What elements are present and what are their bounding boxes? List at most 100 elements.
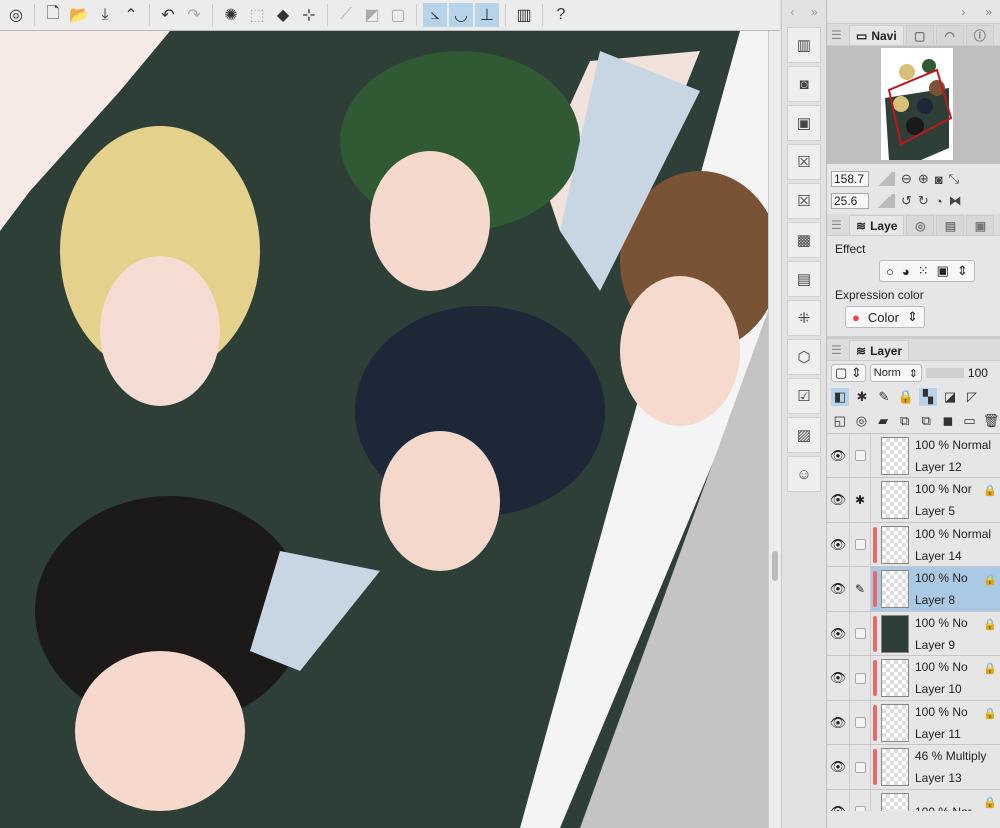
dock-palette-button-icon[interactable]: ▥ <box>787 27 821 63</box>
help-icon[interactable]: ? <box>549 3 573 27</box>
layer-row[interactable]: 👁 100 % No Layer 9 🔒 <box>827 611 1000 656</box>
border-effect-icon[interactable]: ○ <box>886 264 894 279</box>
layer-row[interactable]: 👁 ✱ 100 % Nor Layer 5 🔒 <box>827 478 1000 523</box>
ruler-snap-icon[interactable]: ⟋ <box>334 3 358 27</box>
rotate-right-icon[interactable]: ↻ <box>918 193 929 209</box>
select-checkbox[interactable] <box>854 672 866 684</box>
clip-layer-icon[interactable]: ◧ <box>831 388 849 406</box>
canvas-vertical-scrollbar[interactable] <box>768 31 781 828</box>
fit-window-icon[interactable]: ⤡ <box>949 171 959 187</box>
new-raster-layer-icon[interactable]: ◱ <box>831 412 849 430</box>
draft-layer-icon[interactable]: ✎ <box>875 388 893 406</box>
delete-layer-icon[interactable]: 🗑 <box>982 412 1000 430</box>
blend-mode-select[interactable]: Norm ⇕ <box>869 364 922 382</box>
ruler-icon[interactable]: ◸ <box>963 388 981 406</box>
layer-row[interactable]: 👁 46 % Multiply Layer 13 <box>827 745 1000 790</box>
create-mask-icon[interactable]: ◼ <box>939 412 957 430</box>
visibility-eye-icon[interactable]: 👁 <box>827 537 849 553</box>
effect-buttons[interactable]: ○ ◕ ⁙ ▣ ⇕ <box>879 260 975 282</box>
layer-row[interactable]: 👁 100 % No Layer 11 🔒 <box>827 700 1000 745</box>
menu-icon[interactable]: ☰ <box>831 28 847 42</box>
select-checkbox[interactable] <box>854 628 866 639</box>
expand-arrow-icon[interactable]: » <box>985 5 992 19</box>
tab-layer-property[interactable]: ≋ Laye <box>849 215 905 235</box>
tab-layer[interactable]: ≋ Layer <box>849 340 910 360</box>
extract-line-icon[interactable]: ◕ <box>902 264 910 279</box>
collapse-arrow-icon[interactable]: › <box>961 5 965 19</box>
dock-palette-button-icon[interactable]: ▩ <box>787 222 821 258</box>
dock-palette-button-icon[interactable]: ▨ <box>787 417 821 453</box>
expand-icon[interactable]: » <box>811 5 818 19</box>
select-checkbox[interactable] <box>854 539 866 550</box>
dock-palette-button-icon[interactable]: ▤ <box>787 261 821 297</box>
clear-selection-icon[interactable]: ✺ <box>219 3 243 27</box>
apply-mask-icon[interactable]: ▭ <box>961 412 979 430</box>
collapse-left-icon[interactable]: ‹ <box>790 5 794 19</box>
select-checkbox[interactable] <box>854 717 866 728</box>
reference-layer-icon[interactable]: ✱ <box>853 388 871 406</box>
dock-palette-button-icon[interactable]: ◙ <box>787 66 821 102</box>
layer-row[interactable]: 👁 100 % No Layer 10 🔒 <box>827 656 1000 701</box>
select-checkbox[interactable] <box>854 761 866 773</box>
visibility-eye-icon[interactable]: 👁 <box>827 670 849 686</box>
snap-grid-icon[interactable]: ⊥ <box>475 3 499 27</box>
redo-icon[interactable]: ↷ <box>182 3 206 27</box>
selection-transform-icon[interactable]: ⬚ <box>245 3 269 27</box>
canvas[interactable] <box>0 31 768 828</box>
expression-color-select[interactable]: ● Color ⇕ <box>845 306 925 328</box>
layer-row[interactable]: 👁 100 % Nor 🔒 <box>827 789 1000 812</box>
tab-item-bank[interactable]: ◠ <box>935 25 964 45</box>
layer-color-select[interactable]: ▢ ⇕ <box>831 364 866 382</box>
tab-other[interactable]: ▣ <box>966 215 995 235</box>
dock-palette-button-icon[interactable]: ⁜ <box>787 300 821 336</box>
rotation-field[interactable]: 25.6 <box>831 193 869 209</box>
scrollbar-thumb[interactable] <box>772 551 778 581</box>
visibility-eye-icon[interactable]: 👁 <box>827 626 849 642</box>
menu-icon[interactable]: ☰ <box>831 218 847 232</box>
fit-icon[interactable]: ◙ <box>935 172 943 187</box>
menu-icon[interactable]: ☰ <box>831 343 847 357</box>
dock-palette-button-icon[interactable]: ☒ <box>787 183 821 219</box>
tab-info[interactable]: ⓘ <box>965 25 994 45</box>
lock-transparency-icon[interactable]: ▚ <box>919 388 937 406</box>
visibility-eye-icon[interactable]: 👁 <box>827 581 849 597</box>
snap-ruler-icon[interactable]: ⦣ <box>423 3 447 27</box>
merge-down-icon[interactable]: ⧉ <box>918 412 936 430</box>
zoom-out-icon[interactable]: ⊖ <box>901 171 912 187</box>
layer-color-icon[interactable]: ▣ <box>937 263 949 279</box>
new-vector-layer-icon[interactable]: ◎ <box>853 412 871 430</box>
tab-navigator[interactable]: ▭ Navi <box>849 25 904 45</box>
new-file-icon[interactable]: 🗋 <box>41 3 65 27</box>
navigator-preview[interactable] <box>827 46 1000 164</box>
new-folder-icon[interactable]: ▰ <box>874 412 892 430</box>
tab-animation[interactable]: ▤ <box>936 215 965 235</box>
dock-palette-button-icon[interactable]: ⬡ <box>787 339 821 375</box>
reset-rotation-icon[interactable]: ◔ <box>935 194 943 209</box>
visibility-eye-icon[interactable]: 👁 <box>827 448 849 464</box>
reference-layer-icon[interactable]: ✱ <box>855 493 865 507</box>
open-folder-icon[interactable]: 📂 <box>67 3 91 27</box>
save-icon[interactable]: ⤓ <box>93 3 117 27</box>
flip-horizontal-icon[interactable]: ⧓ <box>949 193 962 209</box>
visibility-eye-icon[interactable]: 👁 <box>827 492 849 508</box>
layer-row[interactable]: 👁 100 % Normal Layer 14 <box>827 522 1000 567</box>
zoom-in-icon[interactable]: ⊕ <box>918 171 929 187</box>
companion-device-icon[interactable]: ▥ <box>512 3 536 27</box>
select-checkbox[interactable] <box>854 806 866 811</box>
zoom-field[interactable]: 158.7 <box>831 171 869 187</box>
app-logo-icon[interactable]: ◎ <box>4 3 28 27</box>
layer-row[interactable]: 👁 100 % Normal Layer 12 <box>827 434 1000 478</box>
opacity-slider[interactable] <box>925 368 964 378</box>
visibility-eye-icon[interactable]: 👁 <box>827 715 849 731</box>
dock-palette-button-icon[interactable]: ☒ <box>787 144 821 180</box>
more-chevron-icon[interactable]: ⌃ <box>119 3 143 27</box>
dock-palette-button-icon[interactable]: ▣ <box>787 105 821 141</box>
snap-special-ruler-icon[interactable]: ◡ <box>449 3 473 27</box>
zoom-slider[interactable] <box>875 172 895 186</box>
undo-icon[interactable]: ↶ <box>156 3 180 27</box>
fill-icon[interactable]: ◆ <box>271 3 295 27</box>
lock-icon[interactable]: 🔒 <box>897 388 915 406</box>
opacity-value[interactable]: 100 <box>968 366 988 380</box>
visibility-eye-icon[interactable]: 👁 <box>827 804 849 812</box>
frame-icon[interactable]: ▢ <box>386 3 410 27</box>
